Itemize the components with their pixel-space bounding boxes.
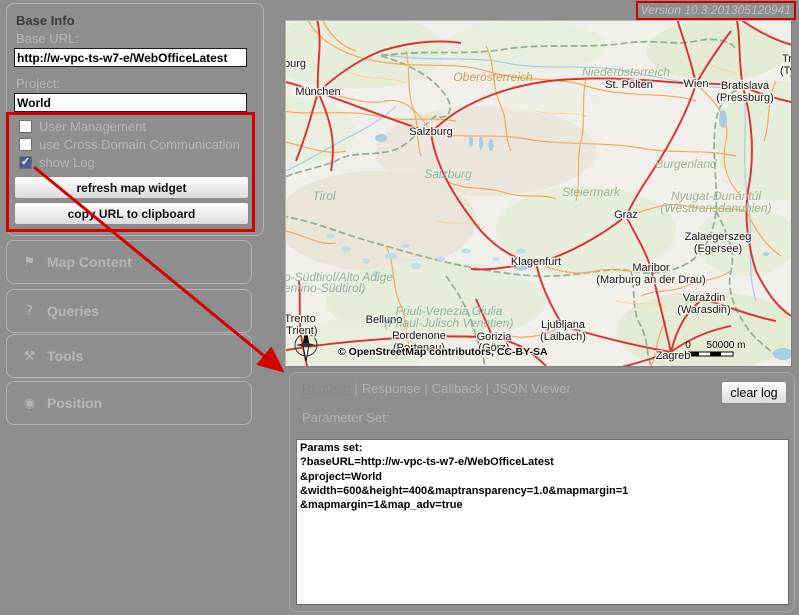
svg-text:(Egersee): (Egersee) [694,243,742,255]
parameter-set-label: Parameter Set: [302,410,390,425]
map-content-label: Map Content [47,254,132,270]
version-badge: Version 10.3.201305120941 [635,1,796,20]
tools-label: Tools [47,348,84,364]
svg-text:(Friaul-Julisch Venetien): (Friaul-Julisch Venetien) [385,316,514,330]
svg-text:Trnava: Trnava [782,53,791,65]
tab-request[interactable]: Request [302,381,350,396]
sidebar-item-queries[interactable]: ? Queries [6,289,252,333]
svg-text:Trento: Trento [286,313,316,325]
svg-text:Ljubljana: Ljubljana [541,319,586,331]
tab-response[interactable]: Response [362,381,421,396]
tab-callback[interactable]: Callback [432,381,482,396]
svg-text:(Trient): (Trient) [286,325,318,337]
user-management-label: User Management [39,119,146,134]
svg-text:Pordenone: Pordenone [392,330,446,342]
sidebar-item-tools[interactable]: ⚒ Tools [6,334,252,378]
svg-text:Klagenfurt: Klagenfurt [511,256,561,268]
svg-text:Salzburg: Salzburg [409,126,452,138]
base-info-panel: Base Info Base URL: Project: User Manage… [6,3,264,236]
svg-text:0: 0 [685,340,691,351]
svg-text:Salzburg: Salzburg [424,167,472,181]
base-url-label: Base URL: [16,31,79,46]
question-icon: ? [26,303,33,319]
svg-text:(Warasdin): (Warasdin) [677,304,730,316]
svg-text:50000 m: 50000 m [707,340,746,351]
svg-text:(Marburg an der Drau): (Marburg an der Drau) [596,274,705,286]
svg-text:entino-Südtirol): entino-Südtirol) [286,281,365,295]
svg-text:München: München [295,86,340,98]
svg-text:Burgenland: Burgenland [655,157,717,171]
svg-text:Steiermark: Steiermark [562,185,621,199]
show-log-checkbox[interactable] [19,156,32,169]
svg-text:(Tyrnau): (Tyrnau) [780,65,791,77]
user-management-checkbox[interactable] [19,120,32,133]
base-url-input[interactable] [14,48,247,67]
tools-icon: ⚒ [23,348,36,364]
log-tab-bar: Request | Response | Callback | JSON Viewer [302,381,571,396]
log-panel: Request | Response | Callback | JSON Viewer cl… [289,372,795,612]
log-output-textarea[interactable]: Params set: ?baseURL=http://w-vpc-ts-w7-… [296,439,789,605]
svg-text:Zagreb: Zagreb [656,350,691,362]
svg-text:Oberösterreich: Oberösterreich [453,70,533,84]
map-scale-bar [687,351,734,357]
svg-text:Zalaegerszeg: Zalaegerszeg [685,231,752,243]
checkbox-row-user-management: User Management [19,119,146,134]
show-log-label: show Log [39,155,95,170]
copy-url-to-clipboard-button[interactable]: copy URL to clipboard [14,202,249,225]
target-icon: ◉ [23,395,36,411]
svg-text:burg: burg [286,58,306,70]
cross-domain-checkbox[interactable] [19,138,32,151]
map-widget[interactable]: burg München Salzburg St. Pölten Wien Bratisl… [285,20,792,367]
svg-text:Niederösterreich: Niederösterreich [582,65,670,79]
svg-text:Wien: Wien [683,78,708,90]
svg-text:Graz: Graz [614,209,638,221]
cross-domain-label: use Cross Domain Communication [39,137,240,152]
tab-separator: | [354,381,358,396]
refresh-map-widget-button[interactable]: refresh map widget [14,176,249,199]
tab-separator: | [424,381,428,396]
svg-text:© OpenStreetMap contributors,: © OpenStreetMap contributors, CC-BY-SA [338,346,548,358]
svg-text:(Laibach): (Laibach) [540,331,586,343]
checkbox-row-show-log: show Log [19,155,95,170]
project-label: Project: [16,76,61,91]
svg-text:St. Pölten: St. Pölten [605,79,653,91]
svg-text:Tirol: Tirol [312,189,336,203]
queries-label: Queries [47,303,100,319]
checkbox-row-cross-domain: use Cross Domain Communication [19,137,240,152]
svg-text:Maribor: Maribor [632,262,670,274]
clear-log-button[interactable]: clear log [721,381,787,404]
project-input[interactable] [14,93,247,112]
svg-text:(Westtransdanubien): (Westtransdanubien) [660,201,771,215]
svg-text:(Pressburg): (Pressburg) [716,92,773,104]
map-canvas: burg München Salzburg St. Pölten Wien Bratisl… [286,21,791,366]
base-info-title: Base Info [16,13,75,28]
tab-json-viewer[interactable]: JSON Viewer [493,381,571,396]
flag-icon: ⚑ [23,254,36,270]
svg-text:Bratislava: Bratislava [721,80,770,92]
position-label: Position [47,395,103,411]
tab-separator: | [485,381,489,396]
svg-text:Varaždin: Varaždin [683,292,726,304]
sidebar-item-position[interactable]: ◉ Position [6,381,252,425]
sidebar-item-map-content[interactable]: ⚑ Map Content [6,240,252,284]
